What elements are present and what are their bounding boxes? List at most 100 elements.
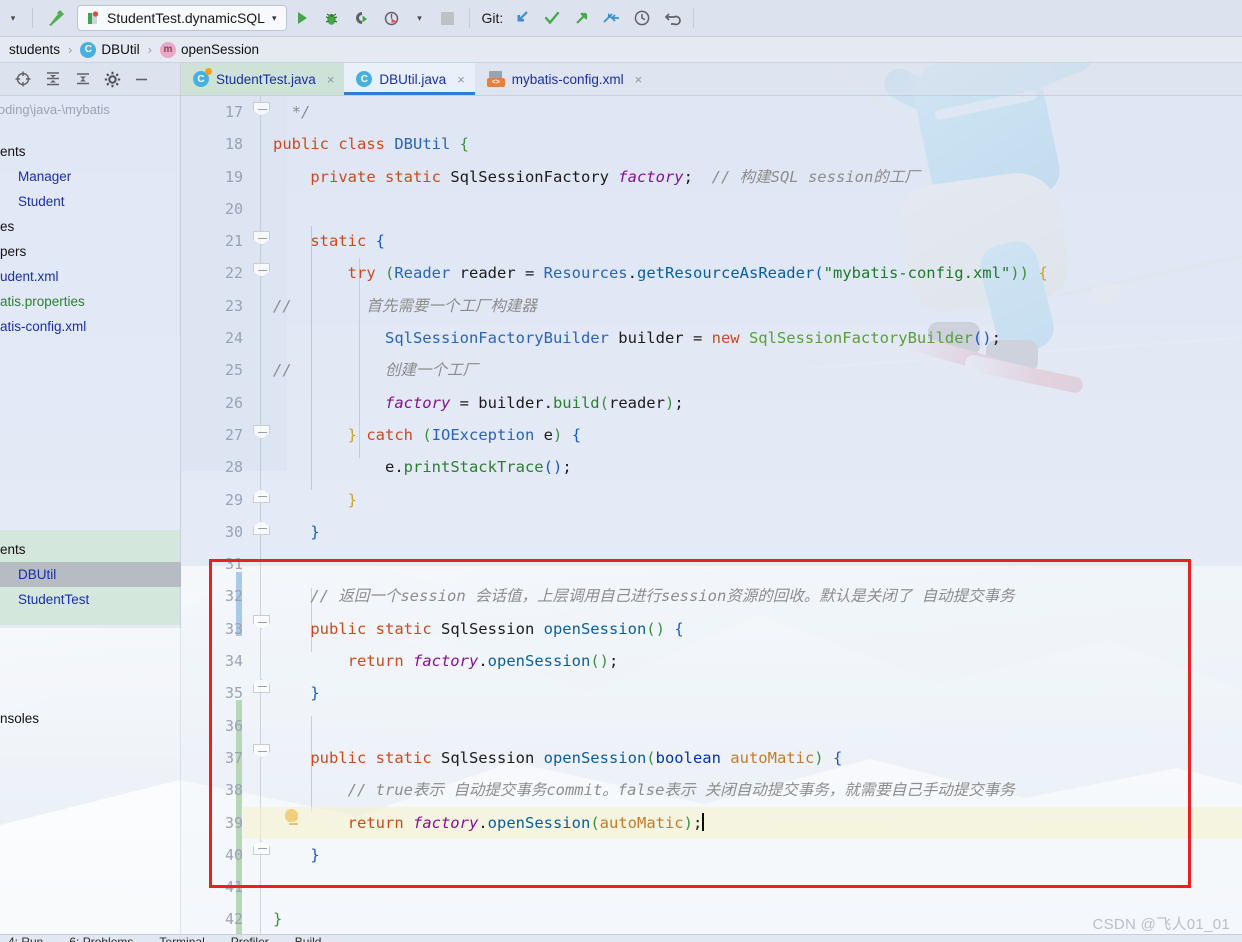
code-text: }	[347, 490, 357, 509]
code-line[interactable]: 29 }	[181, 484, 1242, 516]
status-item[interactable]: 4: Run	[8, 935, 43, 942]
breadcrumb-item-dbutil[interactable]: C DBUtil	[77, 41, 142, 58]
project-tree-lower[interactable]: ents DBUtil StudentTest	[0, 530, 181, 625]
code-text: }	[310, 684, 320, 703]
expand-all-icon[interactable]	[44, 70, 62, 88]
code-line[interactable]: 22 try (Reader reader = Resources.getRes…	[181, 257, 1242, 289]
project-path-label: b_Coding\java-\mybatis	[0, 102, 110, 117]
collapse-all-icon[interactable]	[74, 70, 92, 88]
breadcrumb-separator: ›	[147, 42, 152, 57]
code-line[interactable]: 38 // true表示 自动提交事务commit。false表示 关闭自动提交…	[181, 774, 1242, 806]
close-icon[interactable]: ×	[457, 72, 465, 87]
tab-dbutil-java[interactable]: C DBUtil.java ×	[344, 63, 476, 95]
chevron-down-icon[interactable]: ▾	[272, 13, 277, 24]
tree-node[interactable]: pers	[0, 239, 180, 264]
code-text: public class DBUtil {	[273, 135, 470, 154]
tree-node[interactable]: ents	[0, 537, 180, 562]
code-line[interactable]: 25 // 创建一个工厂	[181, 354, 1242, 386]
code-line[interactable]: 33 public static SqlSession openSession(…	[181, 613, 1242, 645]
code-line[interactable]: 35 }	[181, 677, 1242, 709]
tree-node[interactable]: ents	[0, 139, 180, 164]
line-number: 23	[224, 296, 243, 315]
close-icon[interactable]: ×	[635, 72, 643, 87]
chevron-down-icon[interactable]: ▾	[0, 13, 26, 24]
code-text: }	[310, 845, 320, 864]
status-item[interactable]: 6: Problems	[69, 935, 133, 942]
hide-panel-icon[interactable]	[133, 71, 150, 88]
tree-node[interactable]: udent.xml	[0, 264, 180, 289]
tree-node[interactable]: Manager	[0, 164, 180, 189]
status-item[interactable]: Profiler	[231, 935, 269, 942]
tree-node[interactable]: atis.properties	[0, 289, 180, 314]
tree-node-scratches[interactable]: nsoles	[0, 706, 180, 731]
code-line[interactable]: 20	[181, 193, 1242, 225]
code-line[interactable]: 36	[181, 710, 1242, 742]
code-line[interactable]: 41	[181, 871, 1242, 903]
status-bar: 4: Run 6: Problems Terminal Profiler Bui…	[0, 934, 1242, 942]
run-coverage-icon[interactable]	[347, 4, 377, 32]
code-line[interactable]: 31	[181, 548, 1242, 580]
dropdown-caret-icon[interactable]: ▾	[407, 13, 433, 24]
git-commit-icon[interactable]	[537, 4, 567, 32]
tree-node[interactable]: atis-config.xml	[0, 314, 180, 339]
code-lines[interactable]: 17 */ 18 public class DBUtil {19 private s…	[181, 96, 1242, 942]
line-number: 32	[224, 587, 243, 606]
code-line[interactable]: 28 e.printStackTrace();	[181, 451, 1242, 483]
code-text: SqlSessionFactoryBuilder builder = new S…	[384, 329, 1001, 348]
code-line[interactable]: 17 */	[181, 96, 1242, 128]
sidebar-item-studenttest[interactable]: StudentTest	[0, 587, 180, 612]
status-item[interactable]: Terminal	[159, 935, 204, 942]
tree-node[interactable]: Student	[0, 189, 180, 214]
breadcrumb-label: openSession	[181, 42, 260, 57]
project-tree-upper[interactable]: ents Manager Student es pers udent.xml a…	[0, 139, 180, 339]
code-text: // 首先需要一个工厂构建器	[273, 296, 537, 315]
code-line[interactable]: 27 } catch (IOException e) {	[181, 419, 1242, 451]
code-line[interactable]: 32 // 返回一个session 会话值，上层调用自己进行session资源的…	[181, 580, 1242, 612]
code-text: // true表示 自动提交事务commit。false表示 关闭自动提交事务，…	[347, 781, 1015, 800]
git-push-icon[interactable]	[567, 4, 597, 32]
run-configuration-selector[interactable]: StudentTest.dynamicSQL ▾	[77, 5, 287, 31]
code-line[interactable]: 30 }	[181, 516, 1242, 548]
status-item[interactable]: Build	[295, 935, 322, 942]
settings-gear-icon[interactable]	[104, 71, 121, 88]
sidebar-item-dbutil[interactable]: DBUtil	[0, 562, 180, 587]
breadcrumb-item-students[interactable]: students	[6, 42, 63, 57]
code-line[interactable]: 24 SqlSessionFactoryBuilder builder = ne…	[181, 322, 1242, 354]
locate-target-icon[interactable]	[14, 70, 32, 88]
stop-icon	[433, 4, 463, 32]
tree-node-label: nsoles	[0, 711, 40, 726]
hammer-icon[interactable]	[39, 4, 73, 32]
code-editor[interactable]: 17 */ 18 public class DBUtil {19 private s…	[181, 96, 1242, 942]
profile-icon[interactable]	[377, 4, 407, 32]
line-number: 27	[224, 425, 243, 444]
code-line[interactable]: 26 factory = builder.build(reader);	[181, 387, 1242, 419]
breadcrumb-item-opensession[interactable]: m openSession	[157, 41, 262, 58]
git-rollback-arrow-icon[interactable]	[597, 4, 627, 32]
project-tree-scratches[interactable]: nsoles	[0, 628, 181, 942]
line-number: 21	[224, 232, 243, 251]
breadcrumb-label: students	[9, 42, 61, 57]
code-line[interactable]: 18 public class DBUtil {	[181, 128, 1242, 160]
revert-icon[interactable]	[657, 4, 687, 32]
tab-mybatis-config-xml[interactable]: <> mybatis-config.xml ×	[475, 63, 652, 95]
close-icon[interactable]: ×	[327, 72, 335, 87]
code-text: static {	[310, 232, 385, 251]
code-line[interactable]: 19 private static SqlSessionFactory fact…	[181, 161, 1242, 193]
debug-icon[interactable]	[317, 4, 347, 32]
history-icon[interactable]	[627, 4, 657, 32]
git-update-icon[interactable]	[507, 4, 537, 32]
code-line[interactable]: 40 }	[181, 839, 1242, 871]
tab-studenttest-java[interactable]: C StudentTest.java ×	[181, 63, 345, 95]
line-number: 30	[224, 522, 243, 541]
line-number: 37	[224, 748, 243, 767]
run-icon[interactable]	[287, 4, 317, 32]
line-number: 34	[224, 652, 243, 671]
code-line[interactable]: 39 return factory.openSession(autoMatic)…	[181, 806, 1242, 839]
code-line[interactable]: 23 // 首先需要一个工厂构建器	[181, 290, 1242, 322]
code-line[interactable]: 37 public static SqlSession openSession(…	[181, 742, 1242, 774]
code-line[interactable]: 21 static {	[181, 225, 1242, 257]
code-line[interactable]: 42}	[181, 903, 1242, 935]
code-line[interactable]: 34 return factory.openSession();	[181, 645, 1242, 677]
tree-node[interactable]: es	[0, 214, 180, 239]
line-number: 20	[224, 199, 243, 218]
